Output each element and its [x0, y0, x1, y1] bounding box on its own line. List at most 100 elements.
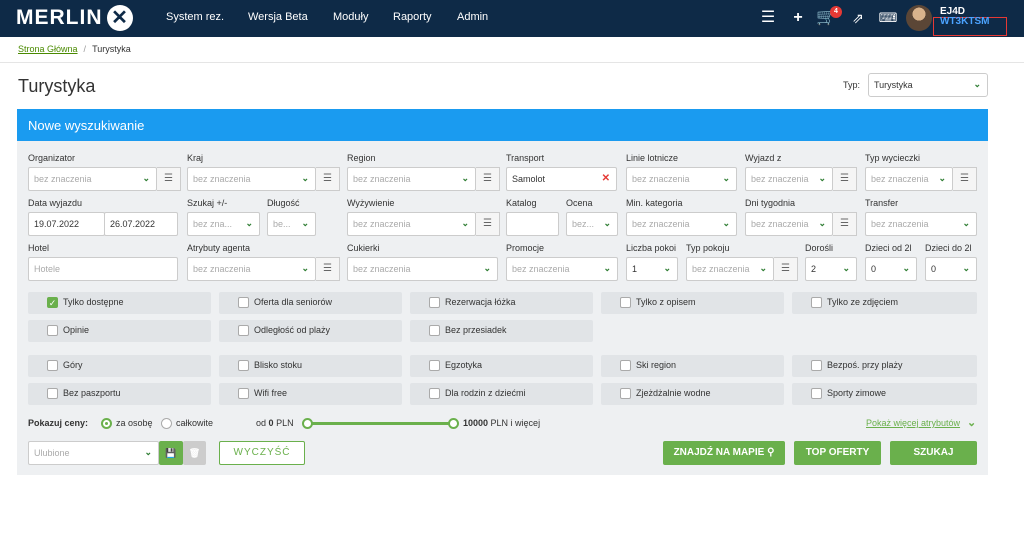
- checkbox-bez-przesiadek[interactable]: Bez przesiadek: [410, 320, 593, 342]
- search-button[interactable]: SZUKAJ: [890, 441, 977, 465]
- top-offers-button[interactable]: TOP OFERTY: [794, 441, 881, 465]
- radio-total-label[interactable]: całkowite: [176, 418, 213, 428]
- hotel-input[interactable]: Hotele: [28, 257, 178, 281]
- chevron-down-icon: ⌄: [818, 218, 826, 228]
- region-select[interactable]: bez znaczenia ⌄: [347, 167, 476, 191]
- list-icon[interactable]: ☰: [758, 8, 778, 28]
- region-list-button[interactable]: ☰: [476, 167, 500, 191]
- breadcrumb-home-link[interactable]: Strona Główna: [18, 44, 78, 54]
- checkbox-oferta-seniorow[interactable]: Oferta dla seniorów: [219, 292, 402, 314]
- dni-list-button[interactable]: ☰: [833, 212, 857, 236]
- price-slider-max-handle[interactable]: [448, 418, 459, 429]
- checkbox-odleglosc-plazy[interactable]: Odległość od plaży: [219, 320, 402, 342]
- label-dzieci-od: Dzieci od 2l: [865, 243, 912, 253]
- dlugosc-select[interactable]: be... ⌄: [267, 212, 316, 236]
- price-to-suffix: PLN i więcej: [490, 418, 541, 428]
- promocje-select[interactable]: bez znaczenia ⌄: [506, 257, 618, 281]
- ocena-select[interactable]: bez... ⌄: [566, 212, 618, 236]
- kategoria-select[interactable]: bez znaczenia ⌄: [626, 212, 737, 236]
- katalog-input[interactable]: [506, 212, 559, 236]
- checkbox-egzotyka[interactable]: Egzotyka: [410, 355, 593, 377]
- chevron-down-icon[interactable]: ⌄: [967, 416, 976, 429]
- checkbox-label: Rezerwacja łóżka: [445, 297, 516, 307]
- checkbox-bezpos-przy-plazy[interactable]: Bezpoś. przy plaży: [792, 355, 977, 377]
- date-from-input[interactable]: 19.07.2022: [28, 212, 105, 236]
- checkbox-sporty-zimowe[interactable]: Sporty zimowe: [792, 383, 977, 405]
- merlin-logo[interactable]: MERLIN ✕: [16, 4, 133, 32]
- nav-moduly[interactable]: Moduły: [333, 11, 368, 23]
- dorosli-select[interactable]: 2 ⌄: [805, 257, 857, 281]
- checkbox-dla-rodzin[interactable]: Dla rodzin z dziećmi: [410, 383, 593, 405]
- checkbox-opinie[interactable]: Opinie: [28, 320, 211, 342]
- checkbox-ski-region[interactable]: Ski region: [601, 355, 784, 377]
- clear-button[interactable]: WYCZYŚĆ: [219, 441, 305, 465]
- wyjazd-list-button[interactable]: ☰: [833, 167, 857, 191]
- pokoje-value: 1: [632, 264, 638, 274]
- typ-pokoju-list-button[interactable]: ☰: [774, 257, 798, 281]
- favorites-select[interactable]: Ulubione ⌄: [28, 441, 159, 465]
- more-attributes-link[interactable]: Pokaż więcej atrybutów: [866, 418, 960, 428]
- keyboard-icon[interactable]: ⌨: [878, 8, 898, 28]
- checkbox-label: Tylko z opisem: [636, 297, 696, 307]
- kraj-list-button[interactable]: ☰: [316, 167, 340, 191]
- radio-per-person-label[interactable]: za osobę: [116, 418, 153, 428]
- checkbox-blisko-stoku[interactable]: Blisko stoku: [219, 355, 402, 377]
- cukierki-select[interactable]: bez znaczenia ⌄: [347, 257, 498, 281]
- save-icon[interactable]: 💾: [159, 441, 183, 465]
- organizator-list-button[interactable]: ☰: [157, 167, 181, 191]
- checkbox-label: Zjeżdżalnie wodne: [636, 388, 711, 398]
- price-slider-min-handle[interactable]: [302, 418, 313, 429]
- external-link-icon[interactable]: ⇗: [848, 8, 868, 28]
- organizator-select[interactable]: bez znaczenia ⌄: [28, 167, 157, 191]
- user-code[interactable]: WT3KTSM: [933, 17, 1007, 36]
- label-wyjazd-z: Wyjazd z: [745, 153, 782, 163]
- checkbox-tylko-ze-zdjeciem[interactable]: Tylko ze zdjęciem: [792, 292, 977, 314]
- typ-wycieczki-select[interactable]: bez znaczenia ⌄: [865, 167, 953, 191]
- transport-select[interactable]: Samolot ✕: [506, 167, 617, 191]
- price-slider-track[interactable]: [305, 422, 455, 425]
- checkbox-tylko-dostepne[interactable]: ✓ Tylko dostępne: [28, 292, 211, 314]
- dorosli-value: 2: [811, 264, 817, 274]
- transfer-select[interactable]: bez znaczenia ⌄: [865, 212, 977, 236]
- atrybuty-select[interactable]: bez znaczenia ⌄: [187, 257, 316, 281]
- wyjazd-z-select[interactable]: bez znaczenia ⌄: [745, 167, 833, 191]
- logo-text: MERLIN: [16, 6, 103, 29]
- checkbox-zjezdzalnie[interactable]: Zjeżdżalnie wodne: [601, 383, 784, 405]
- find-on-map-button[interactable]: ZNAJDŹ NA MAPIE ⚲: [663, 441, 785, 465]
- dzieci-od-select[interactable]: 0 ⌄: [865, 257, 917, 281]
- checkbox-wifi-free[interactable]: Wifi free: [219, 383, 402, 405]
- plus-icon[interactable]: +: [788, 8, 808, 28]
- typ-select[interactable]: Turystyka ⌄: [868, 73, 988, 97]
- szukaj-select[interactable]: bez zna... ⌄: [187, 212, 260, 236]
- liczba-pokoi-select[interactable]: 1 ⌄: [626, 257, 678, 281]
- nav-system-rez[interactable]: System rez.: [166, 11, 224, 23]
- dzieci-do-select[interactable]: 0 ⌄: [925, 257, 977, 281]
- chevron-down-icon: ⌄: [603, 218, 611, 228]
- atrybuty-list-button[interactable]: ☰: [316, 257, 340, 281]
- label-region: Region: [347, 153, 376, 163]
- checkbox-bez-paszportu[interactable]: Bez paszportu: [28, 383, 211, 405]
- wyzywienie-list-button[interactable]: ☰: [476, 212, 500, 236]
- nav-wersja-beta[interactable]: Wersja Beta: [248, 11, 308, 23]
- typ-wycieczki-list-button[interactable]: ☰: [953, 167, 977, 191]
- dni-tygodnia-select[interactable]: bez znaczenia ⌄: [745, 212, 833, 236]
- radio-total[interactable]: [161, 418, 172, 429]
- checkbox-rezerwacja-lozka[interactable]: Rezerwacja łóżka: [410, 292, 593, 314]
- nav-raporty[interactable]: Raporty: [393, 11, 432, 23]
- kraj-select[interactable]: bez znaczenia ⌄: [187, 167, 316, 191]
- typ-pokoju-select[interactable]: bez znaczenia ⌄: [686, 257, 774, 281]
- label-dzieci-do: Dzieci do 2l: [925, 243, 972, 253]
- checkbox-tylko-z-opisem[interactable]: Tylko z opisem: [601, 292, 784, 314]
- checkbox-gory[interactable]: Góry: [28, 355, 211, 377]
- date-to-input[interactable]: 26.07.2022: [104, 212, 178, 236]
- avatar[interactable]: [906, 5, 932, 31]
- label-liczba-pokoi: Liczba pokoi: [626, 243, 677, 253]
- clear-icon[interactable]: ✕: [602, 173, 610, 184]
- breadcrumb: Strona Główna / Turystyka: [18, 44, 131, 54]
- nav-admin[interactable]: Admin: [457, 11, 488, 23]
- label-min-kategoria: Min. kategoria: [626, 198, 683, 208]
- radio-per-person[interactable]: [101, 418, 112, 429]
- wyzywienie-select[interactable]: bez znaczenia ⌄: [347, 212, 476, 236]
- linie-lotnicze-select[interactable]: bez znaczenia ⌄: [626, 167, 737, 191]
- trash-icon[interactable]: 🗑: [183, 441, 206, 465]
